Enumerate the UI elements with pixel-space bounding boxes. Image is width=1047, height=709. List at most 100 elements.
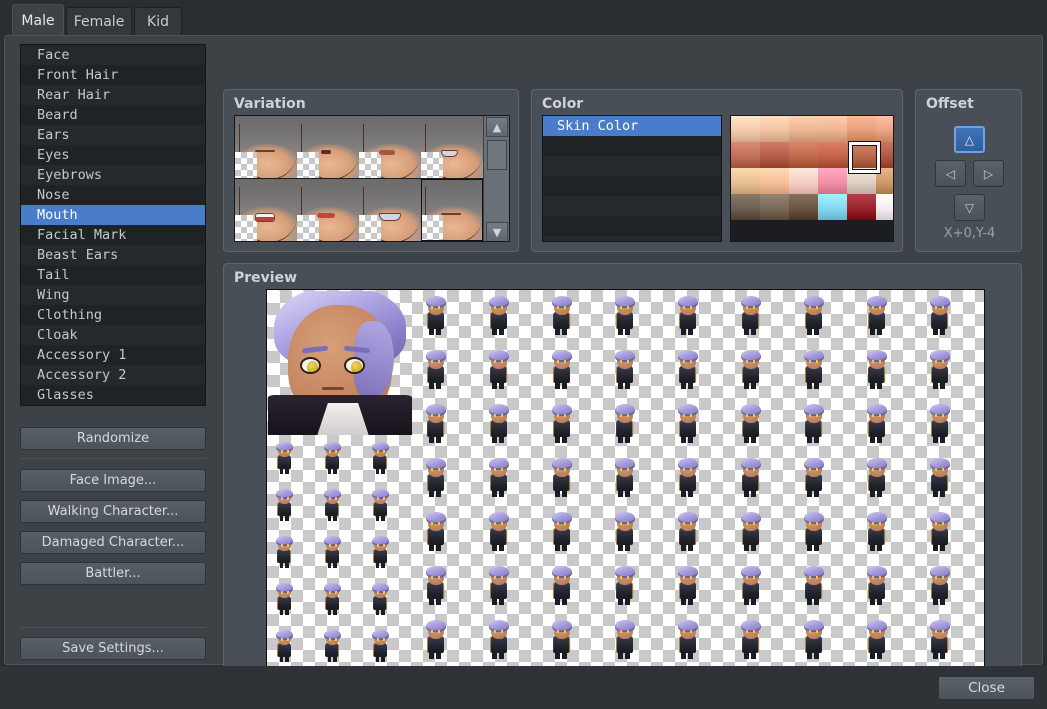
color-list[interactable]: Skin Color: [542, 115, 722, 242]
sprite-leg-left: [555, 651, 561, 659]
color-swatch[interactable]: [789, 194, 818, 220]
tab-kid[interactable]: Kid: [134, 7, 182, 36]
part-item-facial-mark[interactable]: Facial Mark: [21, 225, 205, 245]
tab-female[interactable]: Female: [66, 7, 132, 36]
color-swatch[interactable]: [789, 168, 818, 194]
color-swatch[interactable]: [818, 116, 847, 142]
color-swatch-area[interactable]: [730, 115, 894, 242]
color-swatch[interactable]: [847, 116, 876, 142]
variation-scrollbar[interactable]: ▲ ▼: [483, 116, 509, 241]
character-sprite: [797, 618, 829, 660]
tab-male[interactable]: Male: [12, 4, 64, 36]
color-swatch[interactable]: [818, 142, 847, 168]
color-swatch[interactable]: [847, 142, 880, 173]
offset-down-button[interactable]: ▽: [954, 194, 985, 221]
part-item-rear-hair[interactable]: Rear Hair: [21, 85, 205, 105]
variation-thumbnail[interactable]: [297, 179, 359, 241]
sprite-eye-right: [690, 360, 692, 364]
sprite-leg-left: [618, 381, 624, 389]
sprite-eye-left: [431, 576, 434, 580]
color-swatch[interactable]: [760, 142, 789, 168]
sprite-hair: [551, 295, 572, 309]
part-item-beast-ears[interactable]: Beast Ears: [21, 245, 205, 265]
color-swatch[interactable]: [731, 194, 760, 220]
color-swatch[interactable]: [789, 142, 818, 168]
part-item-nose[interactable]: Nose: [21, 185, 205, 205]
randomize-button[interactable]: Randomize: [20, 427, 206, 450]
color-list-item-skin-color[interactable]: Skin Color: [543, 116, 721, 136]
transparency-checker: [359, 215, 381, 241]
offset-up-button[interactable]: △: [954, 126, 985, 153]
sprite-eye-left: [683, 414, 686, 418]
close-button[interactable]: Close: [938, 676, 1035, 700]
part-item-eyes[interactable]: Eyes: [21, 145, 205, 165]
triangle-up-icon[interactable]: ▲: [486, 117, 508, 137]
export-button-damaged-character[interactable]: Damaged Character...: [20, 531, 206, 554]
sprite-hair: [866, 565, 887, 579]
sprite-eye-right: [438, 576, 440, 580]
color-swatch[interactable]: [760, 194, 789, 220]
sprite-leg-right: [285, 608, 289, 615]
scrollbar-thumb[interactable]: [487, 140, 507, 170]
preview-canvas[interactable]: [266, 289, 985, 674]
variation-thumbnail[interactable]: [297, 116, 359, 178]
part-item-front-hair[interactable]: Front Hair: [21, 65, 205, 85]
color-swatch[interactable]: [876, 116, 893, 142]
part-item-mouth[interactable]: Mouth: [21, 205, 205, 225]
color-swatch[interactable]: [847, 194, 876, 220]
sprite-leg-right: [436, 435, 441, 443]
offset-right-button[interactable]: ▷: [973, 160, 1004, 187]
part-item-clothing[interactable]: Clothing: [21, 305, 205, 325]
character-sprite: [608, 456, 640, 498]
variation-thumbnail[interactable]: [421, 179, 483, 241]
variation-thumbnail[interactable]: [235, 179, 297, 241]
color-swatch[interactable]: [760, 168, 789, 194]
export-button-battler[interactable]: Battler...: [20, 562, 206, 585]
color-swatch[interactable]: [731, 116, 760, 142]
sprite-hair: [551, 349, 572, 363]
sprite-eye-right: [627, 360, 629, 364]
variation-thumbnail[interactable]: [359, 116, 421, 178]
color-swatch[interactable]: [818, 168, 847, 194]
sprite-eye-right: [816, 630, 818, 634]
part-item-accessory-2[interactable]: Accessory 2: [21, 365, 205, 385]
variation-thumbnail[interactable]: [235, 116, 297, 178]
settings-button-save-settings[interactable]: Save Settings...: [20, 637, 206, 660]
sprite-leg-left: [375, 655, 380, 662]
color-swatch[interactable]: [789, 116, 818, 142]
sprite-eye-right: [627, 630, 629, 634]
variation-thumbnail[interactable]: [359, 179, 421, 241]
sprite-leg-right: [751, 327, 756, 335]
part-item-tail[interactable]: Tail: [21, 265, 205, 285]
color-swatch[interactable]: [731, 142, 760, 168]
sprite-leg-left: [375, 561, 380, 568]
color-swatch[interactable]: [760, 116, 789, 142]
sprite-leg-right: [688, 651, 693, 659]
export-button-walking-character[interactable]: Walking Character...: [20, 500, 206, 523]
sprite-eye-right: [501, 468, 503, 472]
sprite-eye-right: [879, 522, 881, 526]
variation-thumbnail-area[interactable]: ▲ ▼: [234, 115, 510, 242]
part-item-cloak[interactable]: Cloak: [21, 325, 205, 345]
color-swatch[interactable]: [731, 168, 760, 194]
color-swatch-grid: [731, 116, 893, 220]
offset-left-button[interactable]: ◁: [935, 160, 966, 187]
sprite-leg-left: [555, 543, 561, 551]
part-item-accessory-1[interactable]: Accessory 1: [21, 345, 205, 365]
export-button-face-image[interactable]: Face Image...: [20, 469, 206, 492]
part-item-face[interactable]: Face: [21, 45, 205, 65]
part-item-beard[interactable]: Beard: [21, 105, 205, 125]
part-item-ears[interactable]: Ears: [21, 125, 205, 145]
triangle-down-icon[interactable]: ▼: [486, 222, 508, 241]
color-swatch[interactable]: [818, 194, 847, 220]
part-item-eyebrows[interactable]: Eyebrows: [21, 165, 205, 185]
sprite-eye-left: [935, 630, 938, 634]
sprite-eye-left: [809, 306, 812, 310]
part-item-wing[interactable]: Wing: [21, 285, 205, 305]
sprite-eye-left: [683, 360, 686, 364]
color-swatch[interactable]: [876, 194, 893, 220]
part-list[interactable]: Face Front Hair Rear Hair Beard Ears Eyes Eyeb…: [20, 44, 206, 406]
sprite-leg-right: [814, 597, 819, 605]
part-item-glasses[interactable]: Glasses: [21, 385, 205, 405]
variation-thumbnail[interactable]: [421, 116, 483, 178]
